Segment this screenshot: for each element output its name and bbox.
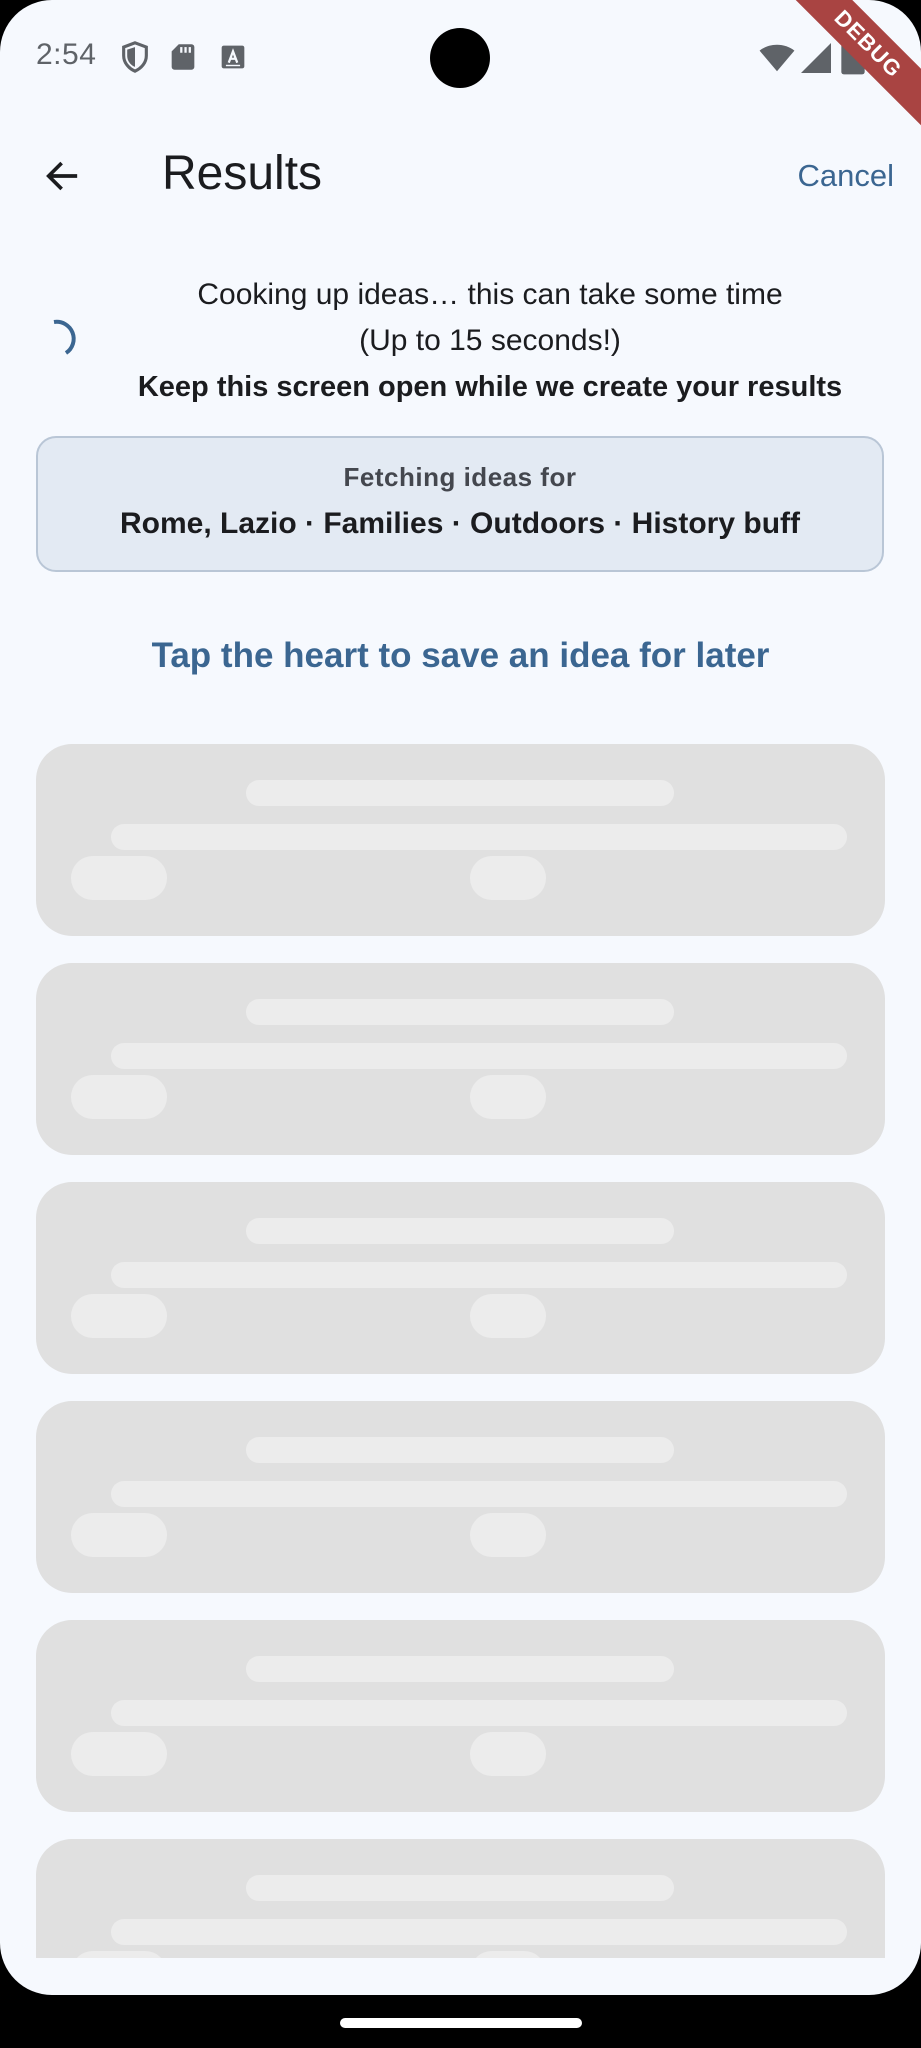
signal-icon: [801, 43, 831, 73]
skeleton-title: [246, 1875, 674, 1901]
cancel-button[interactable]: Cancel: [798, 158, 895, 194]
page-title: Results: [162, 147, 323, 200]
back-button[interactable]: [34, 148, 90, 204]
loading-message: Cooking up ideas… this can take some tim…: [100, 272, 880, 410]
save-hint: Tap the heart to save an idea for later: [151, 636, 770, 675]
skeleton-chip: [71, 1075, 167, 1119]
wifi-icon: [759, 44, 795, 72]
status-time: 2:54: [36, 38, 97, 71]
skeleton-chip: [470, 856, 546, 900]
skeleton-chip: [71, 856, 167, 900]
skeleton-line: [111, 1919, 847, 1945]
loading-line-1: Cooking up ideas… this can take some tim…: [197, 278, 783, 311]
skeleton-card: [36, 1620, 885, 1812]
skeleton-card: [36, 963, 885, 1155]
skeleton-line: [111, 1700, 847, 1726]
skeleton-card: [36, 1182, 885, 1374]
skeleton-line: [111, 1481, 847, 1507]
skeleton-title: [246, 999, 674, 1025]
skeleton-card: [36, 744, 885, 936]
skeleton-title: [246, 1437, 674, 1463]
skeleton-chip: [470, 1951, 546, 1958]
skeleton-card: [36, 1839, 885, 1958]
fetching-card: Fetching ideas for Rome, Lazio · Familie…: [36, 436, 884, 572]
skeleton-card: [36, 1401, 885, 1593]
camera-cutout: [430, 28, 490, 88]
fetching-label: Fetching ideas for: [343, 462, 577, 492]
loading-line-3: Keep this screen open while we create yo…: [137, 371, 843, 403]
shield-icon: [122, 41, 148, 73]
loading-line-2: (Up to 15 seconds!): [359, 324, 621, 357]
skeleton-chip: [71, 1732, 167, 1776]
skeleton-chip: [470, 1732, 546, 1776]
skeleton-chip: [470, 1513, 546, 1557]
skeleton-chip: [470, 1294, 546, 1338]
skeleton-title: [246, 1218, 674, 1244]
app-bar: Results Cancel: [0, 122, 921, 226]
skeleton-title: [246, 780, 674, 806]
skeleton-line: [111, 1262, 847, 1288]
arrow-left-icon: [46, 161, 78, 191]
app-screen: 2:54 DEBUG Results Cancel Cooking up ide…: [0, 0, 921, 1995]
skeleton-title: [246, 1656, 674, 1682]
skeleton-chip: [71, 1951, 167, 1958]
status-bar: 2:54 DEBUG: [0, 0, 921, 140]
home-gesture-bar[interactable]: [340, 2018, 582, 2028]
sd-card-icon: [171, 44, 195, 70]
skeleton-line: [111, 824, 847, 850]
skeleton-list: [36, 744, 885, 1958]
skeleton-chip: [470, 1075, 546, 1119]
keyboard-a-icon: [221, 45, 245, 69]
skeleton-chip: [71, 1513, 167, 1557]
skeleton-line: [111, 1043, 847, 1069]
skeleton-chip: [71, 1294, 167, 1338]
fetching-summary: Rome, Lazio · Families · Outdoors · Hist…: [119, 507, 801, 540]
loading-spinner: [53, 319, 76, 355]
